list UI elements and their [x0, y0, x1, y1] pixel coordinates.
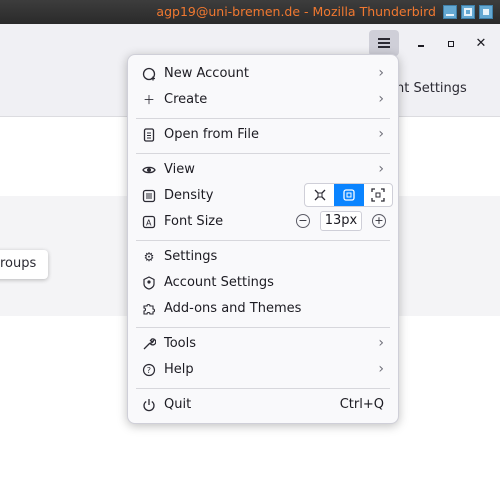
new-account-icon: [142, 67, 156, 81]
power-icon: [142, 398, 156, 412]
menu-help-label: Help: [164, 362, 194, 377]
menu-new-account-label: New Account: [164, 66, 249, 81]
wm-close-button[interactable]: [479, 5, 493, 19]
maximize-button[interactable]: [443, 36, 459, 52]
menu-create-label: Create: [164, 92, 208, 107]
menu-account-settings-label: Account Settings: [164, 275, 274, 290]
density-icon: [142, 189, 156, 203]
chevron-right-icon: ›: [378, 161, 384, 177]
font-size-value: 13px: [320, 211, 362, 231]
help-icon: ?: [142, 363, 156, 377]
wm-maximize-button[interactable]: [461, 5, 475, 19]
window-title: agp19@uni-bremen.de - Mozilla Thunderbir…: [156, 4, 436, 19]
menu-tools[interactable]: Tools ›: [136, 331, 390, 357]
quit-shortcut: Ctrl+Q: [339, 397, 384, 412]
menu-density: Density: [136, 183, 393, 209]
groups-button[interactable]: roups: [0, 250, 48, 279]
menu-addons-label: Add-ons and Themes: [164, 301, 302, 316]
density-normal-button[interactable]: [334, 184, 364, 206]
menu-addons[interactable]: Add-ons and Themes: [136, 296, 390, 322]
menu-help[interactable]: ? Help ›: [136, 357, 390, 383]
menu-quit-label: Quit: [164, 397, 192, 412]
groups-label: roups: [0, 256, 37, 271]
chevron-right-icon: ›: [378, 91, 384, 107]
menu-open-from-file-label: Open from File: [164, 127, 259, 142]
menu-account-settings[interactable]: Account Settings: [136, 270, 390, 296]
menu-separator: [136, 327, 390, 328]
plus-icon: ＋: [142, 93, 155, 107]
density-toggle-group: [304, 183, 393, 207]
svg-text:A: A: [146, 219, 152, 228]
menu-new-account[interactable]: New Account ›: [136, 61, 390, 87]
svg-text:?: ?: [147, 366, 151, 375]
minimize-button[interactable]: [413, 36, 429, 52]
menu-density-label: Density: [164, 188, 214, 203]
menu-font-size-label: Font Size: [164, 214, 224, 229]
chevron-right-icon: ›: [378, 335, 384, 351]
menu-font-size: A Font Size − 13px +: [136, 209, 390, 235]
menu-view-label: View: [164, 162, 195, 177]
eye-icon: [142, 163, 156, 177]
chevron-right-icon: ›: [378, 65, 384, 81]
menu-quit[interactable]: Quit Ctrl+Q: [136, 392, 390, 418]
app-menu-popup: New Account › ＋ Create › Open from File …: [127, 54, 399, 424]
font-size-decrease-button[interactable]: −: [296, 214, 310, 228]
app-menu-button[interactable]: [369, 30, 399, 56]
wm-minimize-button[interactable]: [443, 5, 457, 19]
window-titlebar: agp19@uni-bremen.de - Mozilla Thunderbir…: [0, 0, 500, 24]
file-icon: [142, 128, 156, 142]
density-touch-button[interactable]: [364, 184, 392, 206]
menu-view[interactable]: View ›: [136, 157, 390, 183]
density-compact-button[interactable]: [305, 184, 334, 206]
chevron-right-icon: ›: [378, 126, 384, 142]
wrench-icon: [142, 337, 157, 351]
menu-settings-label: Settings: [164, 249, 218, 264]
menu-separator: [136, 153, 390, 154]
menu-separator: [136, 240, 390, 241]
menu-separator: [136, 388, 390, 389]
menu-create[interactable]: ＋ Create ›: [136, 87, 390, 113]
account-settings-icon: [142, 276, 156, 290]
font-size-increase-button[interactable]: +: [372, 214, 386, 228]
account-settings-link[interactable]: nt Settings: [396, 81, 467, 96]
close-button[interactable]: ✕: [473, 36, 489, 52]
font-size-icon: A: [142, 215, 156, 229]
menu-tools-label: Tools: [164, 336, 197, 351]
menu-separator: [136, 118, 390, 119]
puzzle-icon: [142, 302, 156, 316]
menu-open-from-file[interactable]: Open from File ›: [136, 122, 390, 148]
gear-icon: ⚙: [143, 250, 155, 264]
chevron-right-icon: ›: [378, 361, 384, 377]
menu-settings[interactable]: ⚙ Settings: [136, 244, 390, 270]
